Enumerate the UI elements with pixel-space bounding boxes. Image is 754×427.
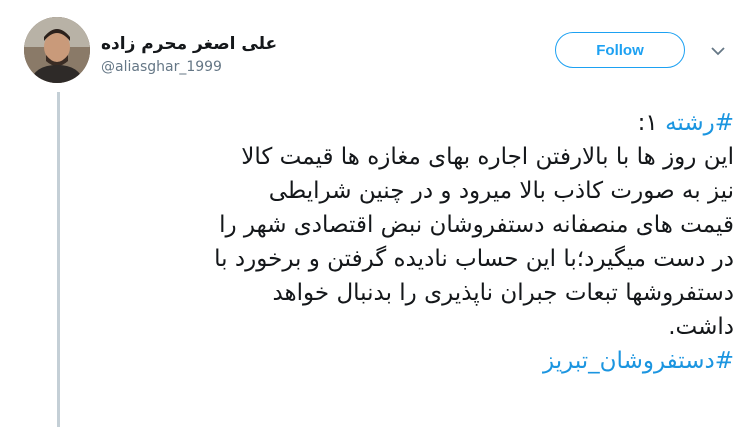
display-name[interactable]: علی اصغر محرم زاده (101, 34, 277, 54)
hashtag-link-tabriz[interactable]: #دستفروشان_تبریز (92, 344, 734, 378)
tweet-line: قیمت های منصفانه دستفروشان نبض اقتصادی ش… (219, 212, 734, 238)
tweet-line: دستفروشها تبعات جبران ناپذیری را بدنبال … (272, 280, 734, 306)
tweet-line: نیز به صورت کاذب بالا میرود و در چنین شر… (268, 178, 734, 204)
hashtag-link-thread[interactable]: #رشته (665, 110, 734, 136)
thread-connector-line (57, 92, 60, 427)
tweet-text: #رشته ۱: این روز ها با بالارفتن اجاره به… (92, 106, 734, 378)
chevron-down-icon[interactable] (709, 42, 727, 60)
avatar[interactable] (24, 17, 90, 83)
follow-button[interactable]: Follow (555, 32, 685, 68)
tweet-line: در دست میگیرد؛با این حساب نادیده گرفتن و… (214, 246, 734, 272)
user-handle[interactable]: @aliasghar_1999 (101, 59, 222, 75)
profile-photo (24, 17, 90, 83)
tweet-first-line: #رشته ۱: (92, 106, 734, 140)
thread-number: ۱: (637, 110, 666, 136)
tweet-line: داشت. (668, 314, 734, 340)
tweet-line: این روز ها با بالارفتن اجاره بهای مغازه … (241, 144, 734, 170)
